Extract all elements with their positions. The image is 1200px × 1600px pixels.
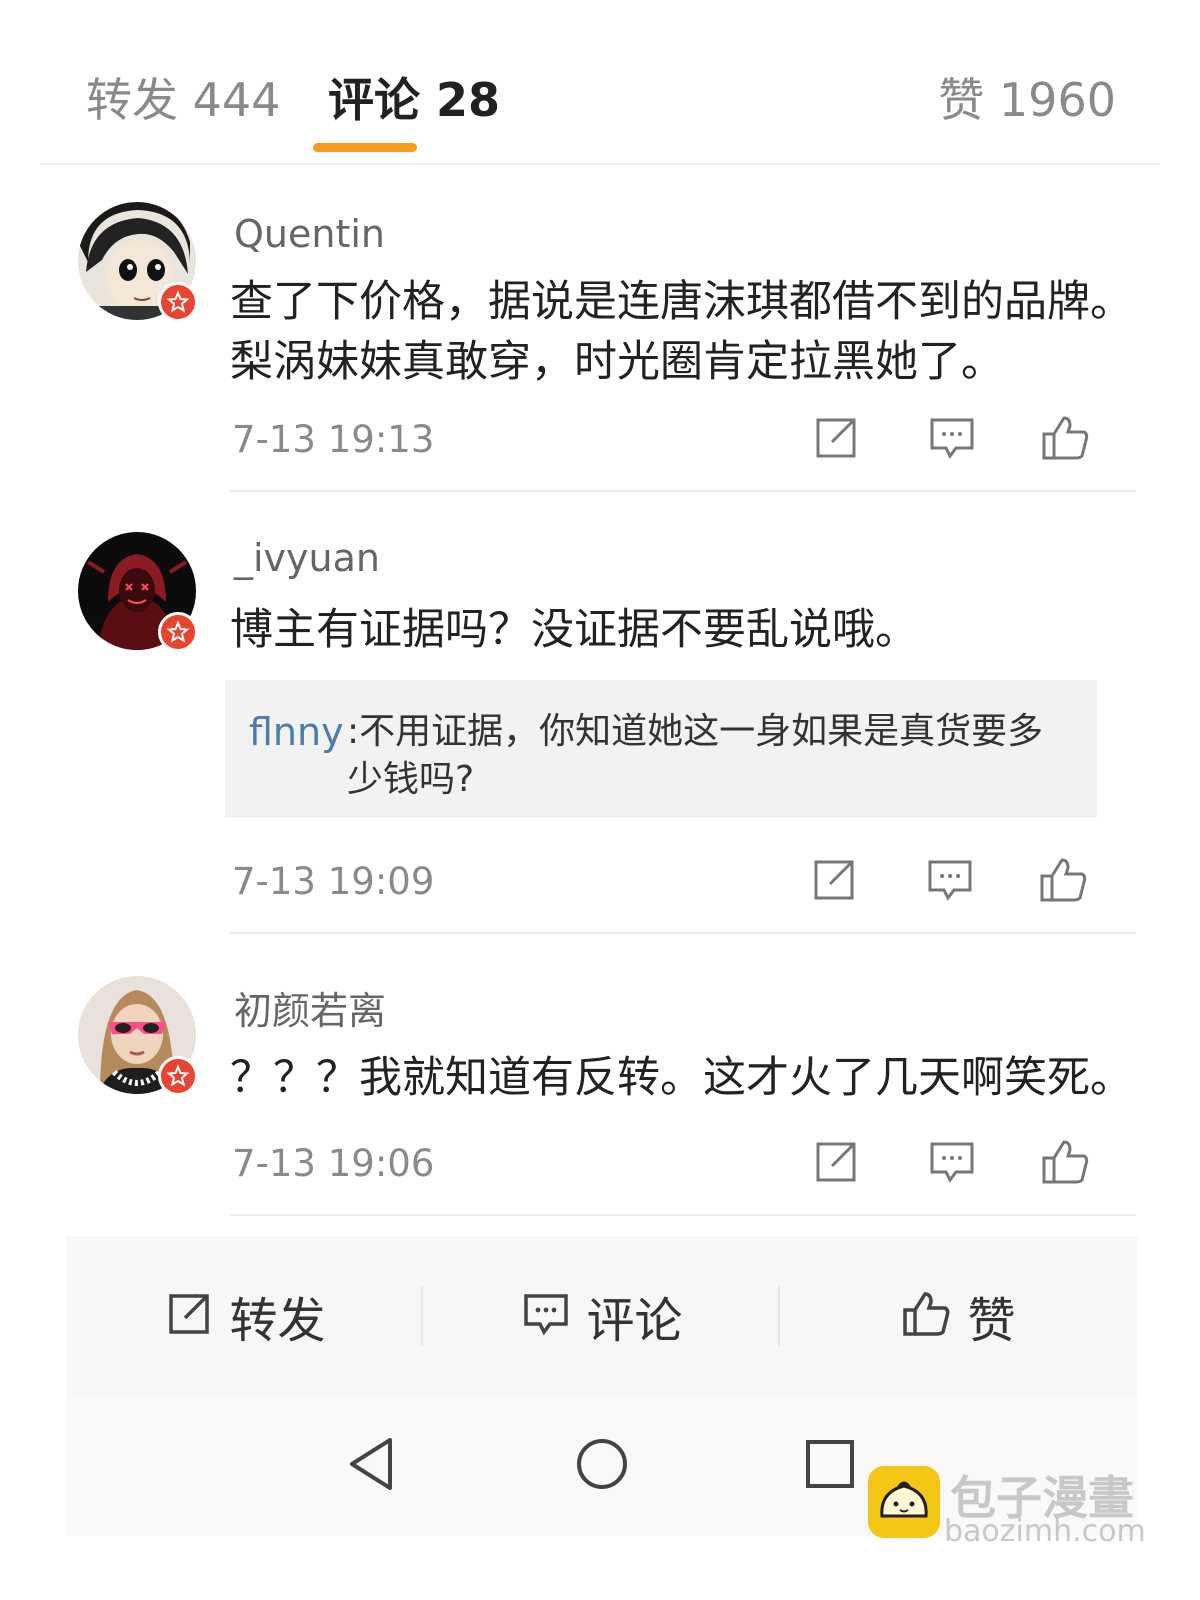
comment-text: ？？？我就知道有反转。这才火了几天啊笑死。 bbox=[230, 1053, 1133, 1103]
share-icon bbox=[163, 1288, 215, 1344]
tab-likes[interactable]: 赞 1960 bbox=[938, 64, 1116, 130]
verified-badge-icon bbox=[158, 612, 198, 652]
tab-bar: 转发 444 评论 28 赞 1960 bbox=[40, 0, 1160, 165]
share-icon[interactable] bbox=[808, 854, 860, 906]
comment-text: 查了下价格，据说是连唐沫琪都借不到的品牌。梨涡妹妹真敢穿，时光圈肯定拉黑她了。 bbox=[230, 277, 1133, 387]
thumbs-up-icon[interactable] bbox=[1040, 412, 1092, 464]
divider bbox=[230, 932, 1136, 934]
share-icon[interactable] bbox=[810, 412, 862, 464]
thumbs-up-icon bbox=[901, 1288, 953, 1344]
bun-logo-icon bbox=[868, 1466, 940, 1538]
comment-timestamp: 7-13 19:06 bbox=[232, 1142, 435, 1185]
share-icon[interactable] bbox=[810, 1136, 862, 1188]
comments-page: 转发 444 评论 28 赞 1960 Quentin 查了下价格，据说是连唐沫… bbox=[0, 0, 1200, 1600]
reply-box[interactable]: flnny :不用证据，你知道她这一身如果是真货要多少钱吗? bbox=[225, 680, 1097, 818]
repost-label: 转发 bbox=[229, 1293, 326, 1349]
comment-button[interactable]: 评论 bbox=[423, 1236, 780, 1396]
comment-icon[interactable] bbox=[926, 1136, 978, 1188]
back-triangle-icon[interactable] bbox=[340, 1432, 404, 1496]
reply-text: :不用证据，你知道她这一身如果是真货要多少钱吗? bbox=[347, 711, 1044, 800]
watermark: 包子漫畫 baozimh.com bbox=[868, 1462, 1188, 1592]
divider bbox=[230, 490, 1136, 492]
repost-button[interactable]: 转发 bbox=[66, 1236, 423, 1396]
comment-icon bbox=[520, 1288, 572, 1344]
comment-text: 博主有证据吗？没证据不要乱说哦。 bbox=[230, 605, 918, 655]
comment-username[interactable]: 初颜若离 bbox=[234, 980, 386, 1035]
tab-repost[interactable]: 转发 444 bbox=[86, 64, 280, 130]
reply-username[interactable]: flnny bbox=[249, 710, 344, 754]
verified-badge-icon bbox=[158, 1056, 198, 1096]
avatar[interactable] bbox=[78, 976, 198, 1096]
comment-username[interactable]: _ivyuan bbox=[234, 536, 380, 580]
bottom-action-bar: 转发 评论 赞 bbox=[66, 1236, 1138, 1396]
like-label: 赞 bbox=[967, 1293, 1016, 1349]
avatar[interactable] bbox=[78, 532, 198, 652]
like-button[interactable]: 赞 bbox=[780, 1236, 1137, 1396]
divider bbox=[230, 1214, 1136, 1216]
comment-icon[interactable] bbox=[924, 854, 976, 906]
comment-username[interactable]: Quentin bbox=[234, 212, 385, 256]
verified-badge-icon bbox=[158, 282, 198, 322]
home-circle-icon[interactable] bbox=[570, 1432, 634, 1496]
comment-timestamp: 7-13 19:13 bbox=[232, 418, 435, 461]
comment-icon[interactable] bbox=[926, 412, 978, 464]
active-tab-indicator bbox=[313, 143, 417, 152]
comment-timestamp: 7-13 19:09 bbox=[232, 860, 435, 903]
tab-comments[interactable]: 评论 28 bbox=[328, 64, 500, 130]
recents-square-icon[interactable] bbox=[798, 1432, 862, 1496]
watermark-url: baozimh.com bbox=[944, 1514, 1146, 1549]
avatar[interactable] bbox=[78, 202, 198, 322]
thumbs-up-icon[interactable] bbox=[1040, 1136, 1092, 1188]
thumbs-up-icon[interactable] bbox=[1038, 854, 1090, 906]
comment-label: 评论 bbox=[586, 1293, 683, 1349]
